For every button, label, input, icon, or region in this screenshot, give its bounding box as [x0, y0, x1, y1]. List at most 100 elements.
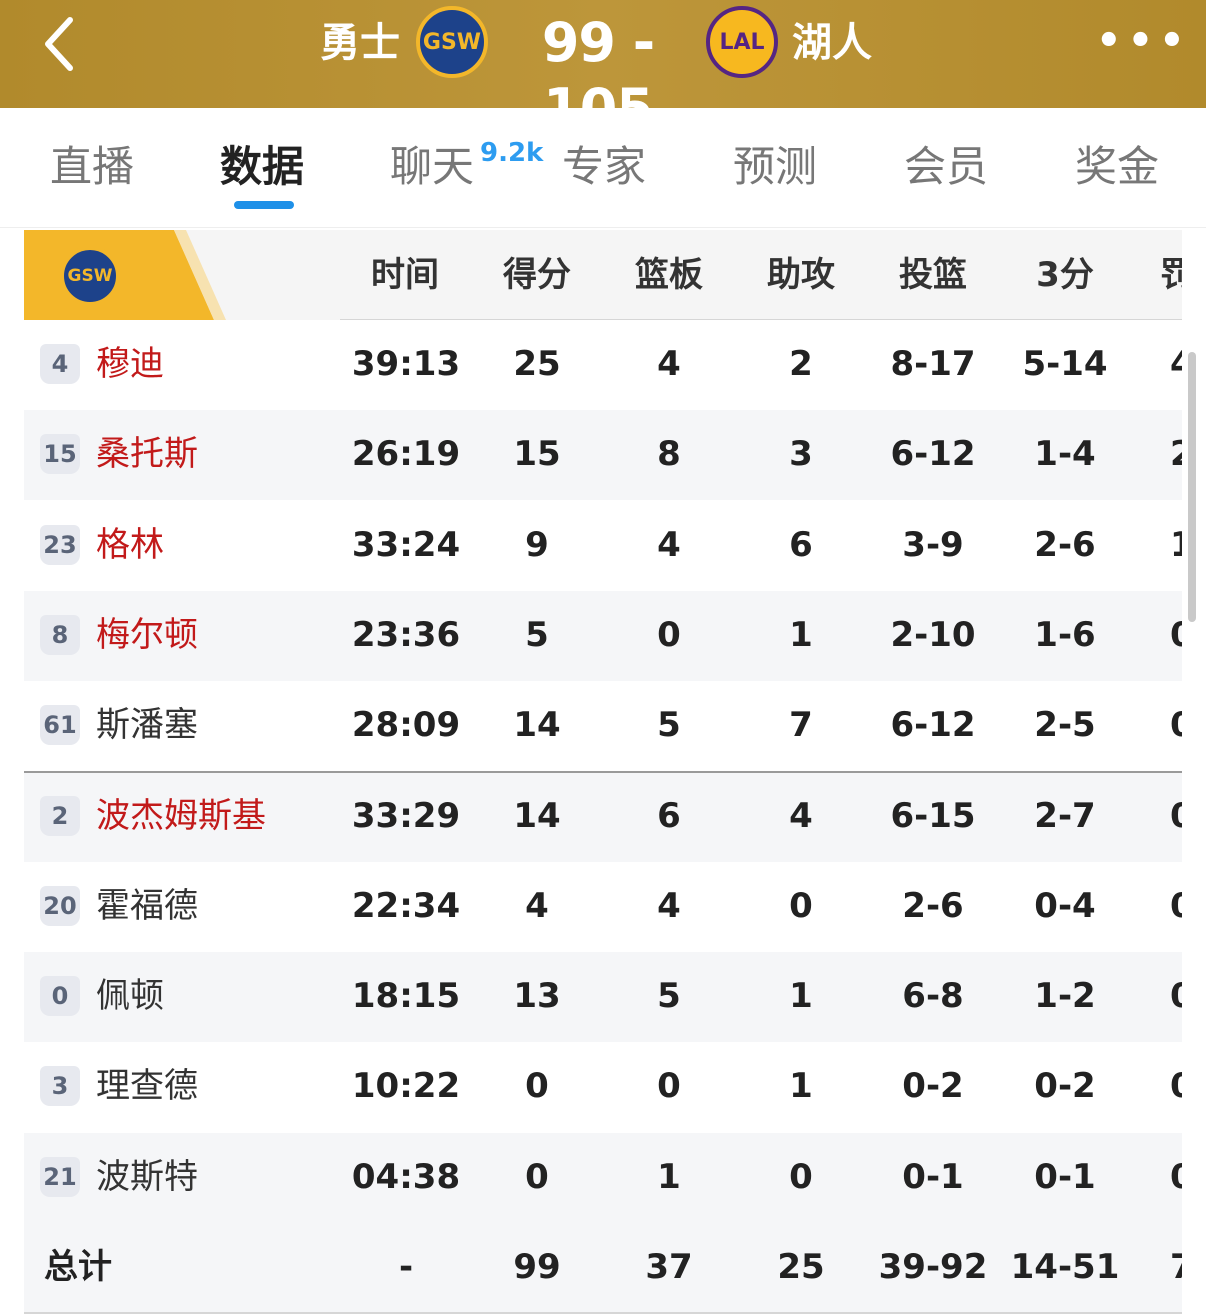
tab-stats[interactable]: 数据 — [220, 140, 304, 194]
player-row[interactable]: 3 理查德 10:22 0 0 1 0-2 0-2 0 — [24, 1042, 1182, 1133]
stat-time: 10:22 — [351, 1066, 461, 1107]
total-rebounds: 37 — [645, 1247, 693, 1287]
player-name[interactable]: 桑托斯 — [96, 430, 198, 478]
stat-time: 39:13 — [351, 344, 461, 384]
stat-assists: 0 — [789, 885, 813, 926]
vertical-scrollbar[interactable] — [1188, 352, 1196, 622]
player-row[interactable]: 61 斯潘塞 28:09 14 5 7 6-12 2-5 0 — [24, 681, 1182, 772]
total-points: 99 — [513, 1247, 561, 1287]
stat-assists: 6 — [789, 524, 813, 565]
player-row[interactable]: 21 波斯特 04:38 0 1 0 0-1 0-1 0 — [24, 1132, 1182, 1223]
player-row[interactable]: 2 波杰姆斯基 33:29 14 6 4 6-15 2-7 0 — [24, 771, 1182, 862]
stat-rebounds: 5 — [657, 705, 681, 746]
jersey-number-badge: 21 — [40, 1156, 80, 1197]
player-name[interactable]: 斯潘塞 — [96, 701, 198, 749]
player-name[interactable]: 梅尔顿 — [96, 611, 198, 659]
away-team-name[interactable]: 湖人 — [792, 18, 872, 68]
table-team-logo[interactable]: GSW — [60, 246, 120, 306]
column-header-time[interactable]: 时间 — [360, 252, 450, 298]
stat-free-throws: 0 — [1170, 976, 1182, 1017]
player-row[interactable]: 23 格林 33:24 9 4 6 3-9 2-6 1 — [24, 500, 1182, 591]
stat-three-pointers: 1-2 — [1034, 976, 1096, 1017]
tab-experts[interactable]: 专家 — [562, 140, 646, 194]
player-name[interactable]: 霍福德 — [96, 882, 198, 930]
stat-three-pointers: 0-1 — [1034, 1156, 1096, 1197]
total-field-goals: 39-92 — [878, 1247, 988, 1287]
tab-live[interactable]: 直播 — [50, 140, 134, 194]
stat-field-goals: 8-17 — [890, 344, 976, 384]
column-header-points[interactable]: 得分 — [492, 252, 582, 298]
player-row[interactable]: 0 佩顿 18:15 13 5 1 6-8 1-2 0 — [24, 952, 1182, 1043]
stat-three-pointers: 2-6 — [1034, 524, 1096, 565]
stat-assists: 0 — [789, 1156, 813, 1197]
player-row[interactable]: 20 霍福德 22:34 4 4 0 2-6 0-4 0 — [24, 861, 1182, 952]
game-header: 勇士 GSW 99 - 105 LAL 湖人 ••• — [0, 0, 1206, 140]
stat-three-pointers: 1-4 — [1034, 434, 1096, 475]
stat-points: 25 — [513, 344, 561, 384]
jersey-number-badge: 2 — [40, 795, 80, 836]
chat-count-badge: 9.2k — [480, 138, 544, 168]
stat-points: 9 — [525, 524, 549, 565]
stat-field-goals: 6-12 — [890, 705, 976, 746]
stat-field-goals: 2-6 — [902, 885, 964, 926]
player-name[interactable]: 波斯特 — [96, 1153, 198, 1201]
player-row[interactable]: 15 桑托斯 26:19 15 8 3 6-12 1-4 2 — [24, 410, 1182, 501]
stat-points: 0 — [525, 1156, 549, 1197]
column-header-three-pointers[interactable]: 3分 — [1020, 252, 1110, 298]
player-name[interactable]: 理查德 — [96, 1062, 198, 1110]
stat-assists: 1 — [789, 614, 813, 655]
stat-time: 23:36 — [351, 614, 461, 655]
stat-free-throws: 0 — [1170, 705, 1182, 746]
stat-time: 18:15 — [351, 976, 461, 1017]
stat-free-throws: 0 — [1170, 885, 1182, 926]
stat-rebounds: 1 — [657, 1156, 681, 1197]
jersey-number-badge: 3 — [40, 1066, 80, 1107]
stat-rebounds: 6 — [657, 795, 681, 836]
tab-bonus[interactable]: 奖金 — [1075, 140, 1159, 194]
player-row[interactable]: 4 穆迪 39:13 25 4 2 8-17 5-14 4 — [24, 320, 1182, 410]
back-arrow-icon[interactable] — [30, 14, 90, 74]
stat-rebounds: 5 — [657, 976, 681, 1017]
player-name[interactable]: 穆迪 — [96, 340, 164, 388]
stat-rebounds: 4 — [657, 344, 681, 384]
stat-three-pointers: 5-14 — [1022, 344, 1108, 384]
more-options-icon[interactable]: ••• — [1096, 21, 1185, 61]
stat-field-goals: 3-9 — [902, 524, 964, 565]
player-name[interactable]: 波杰姆斯基 — [96, 792, 266, 840]
stat-assists: 4 — [789, 795, 813, 836]
tab-chat[interactable]: 聊天 — [390, 140, 474, 194]
player-name[interactable]: 格林 — [96, 521, 164, 569]
column-header-free-throws[interactable]: 罚 — [1160, 252, 1182, 298]
stat-time: 33:24 — [351, 524, 461, 565]
total-three-pointers: 14-51 — [1010, 1247, 1120, 1287]
table-header: GSW 时间 得分 篮板 助攻 投篮 3分 罚 — [24, 230, 1182, 320]
stat-assists: 2 — [789, 344, 813, 384]
stat-free-throws: 4 — [1170, 344, 1182, 384]
player-row[interactable]: 8 梅尔顿 23:36 5 0 1 2-10 1-6 0 — [24, 590, 1182, 681]
stat-assists: 1 — [789, 1066, 813, 1107]
away-team-logo[interactable]: LAL — [706, 6, 778, 78]
stat-free-throws: 0 — [1170, 614, 1182, 655]
totals-label: 总计 — [44, 1247, 112, 1287]
player-stats-table[interactable]: GSW 时间 得分 篮板 助攻 投篮 3分 罚 4 穆迪 39:13 25 4 2 8-17… — [24, 230, 1182, 1314]
stat-time: 22:34 — [351, 885, 461, 926]
stat-time: 33:29 — [351, 795, 461, 836]
stat-field-goals: 2-10 — [890, 614, 976, 655]
total-assists: 25 — [777, 1247, 825, 1287]
stat-rebounds: 4 — [657, 524, 681, 565]
column-header-assists[interactable]: 助攻 — [756, 252, 846, 298]
home-team-logo-text: GSW — [422, 29, 482, 55]
column-header-field-goals[interactable]: 投篮 — [888, 252, 978, 298]
tab-membership[interactable]: 会员 — [904, 140, 988, 194]
jersey-number-badge: 20 — [40, 885, 80, 926]
home-team-name[interactable]: 勇士 — [320, 18, 400, 68]
player-name[interactable]: 佩顿 — [96, 972, 164, 1020]
tab-prediction[interactable]: 预测 — [733, 140, 817, 194]
stat-assists: 1 — [789, 976, 813, 1017]
starters-bench-divider — [24, 770, 1182, 773]
stat-points: 14 — [513, 705, 561, 746]
home-team-logo[interactable]: GSW — [416, 6, 488, 78]
jersey-number-badge: 0 — [40, 976, 80, 1017]
stat-field-goals: 6-12 — [890, 434, 976, 475]
column-header-rebounds[interactable]: 篮板 — [624, 252, 714, 298]
